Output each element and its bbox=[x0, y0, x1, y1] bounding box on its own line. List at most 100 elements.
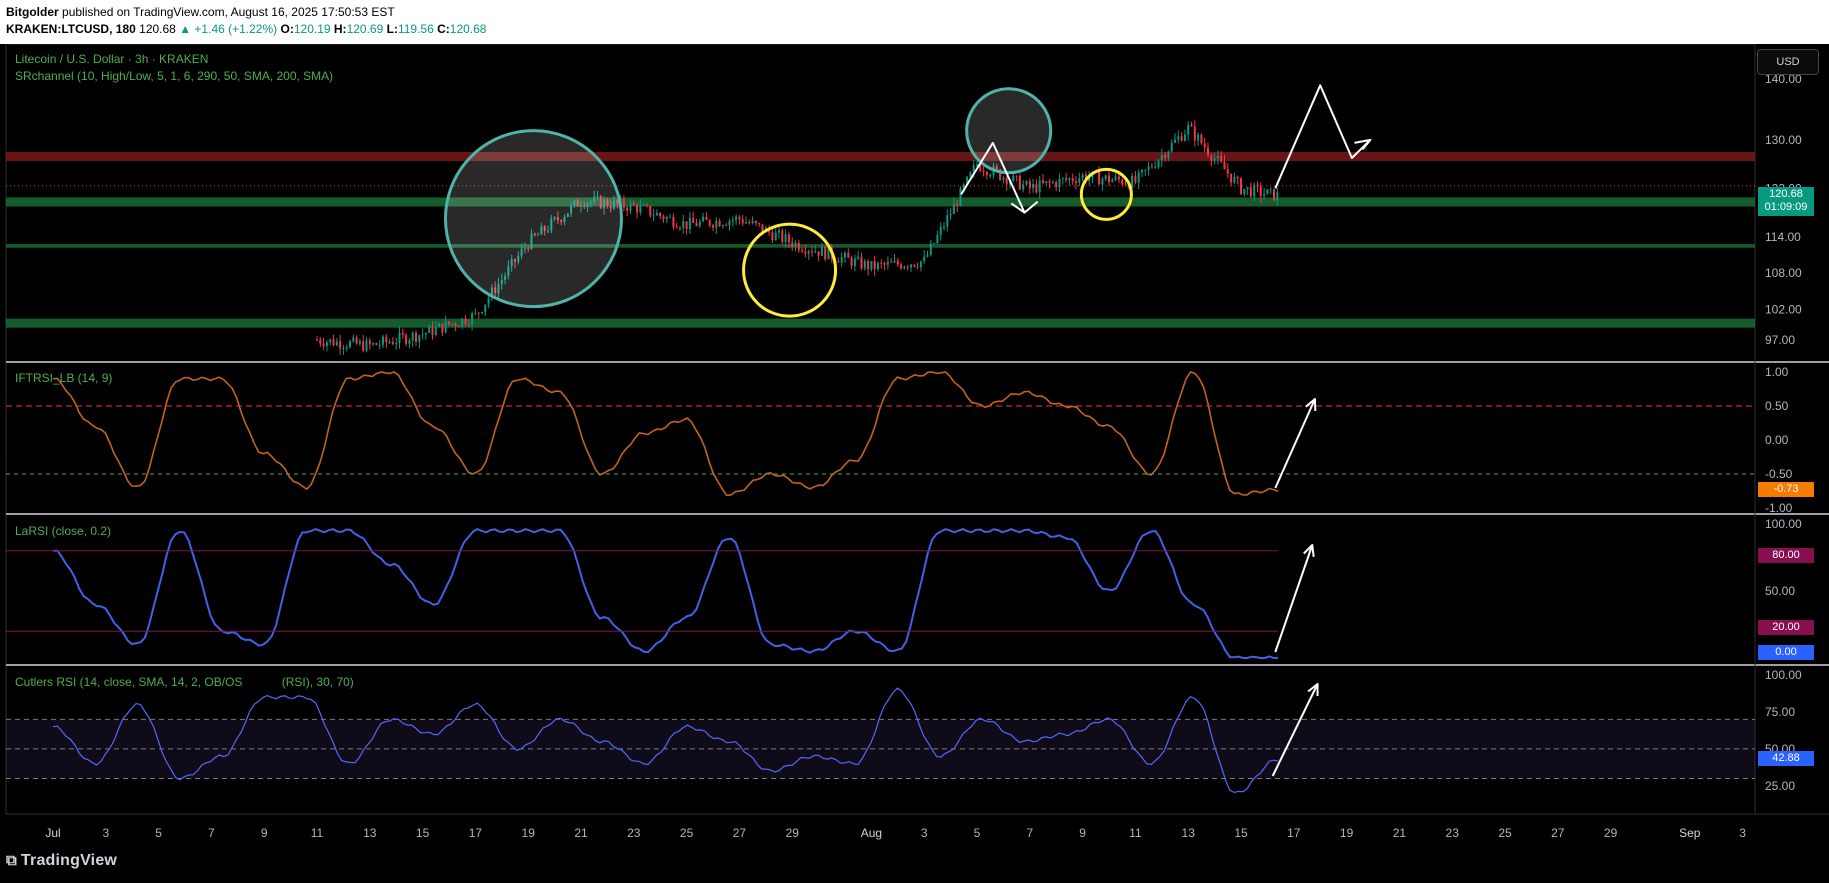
candle-body bbox=[675, 226, 678, 228]
candle-body bbox=[461, 318, 464, 327]
candle-body bbox=[1174, 139, 1176, 143]
candle-body bbox=[378, 344, 381, 346]
price-tick: 108.00 bbox=[1765, 266, 1802, 280]
sr-zone-support bbox=[6, 197, 1755, 207]
candle-body bbox=[1180, 136, 1183, 141]
candle-body bbox=[1055, 182, 1058, 188]
candle-body bbox=[847, 253, 850, 258]
candle-body bbox=[365, 340, 368, 351]
candle-body bbox=[863, 261, 866, 269]
candle-body bbox=[1081, 174, 1084, 179]
candle-body bbox=[820, 247, 823, 256]
candle-body bbox=[910, 264, 912, 268]
larsi-tick: 50.00 bbox=[1765, 584, 1795, 598]
candle-body bbox=[787, 234, 790, 243]
author-name[interactable]: Bitgolder bbox=[6, 5, 59, 19]
candle-body bbox=[1068, 178, 1071, 180]
time-tick: 3 bbox=[102, 826, 109, 840]
candle-body bbox=[718, 220, 721, 227]
time-tick: 13 bbox=[1182, 826, 1196, 840]
candle-body bbox=[923, 256, 926, 262]
candle-body bbox=[424, 333, 427, 335]
candle-body bbox=[441, 323, 444, 333]
candle-body bbox=[358, 341, 361, 344]
candle-body bbox=[339, 341, 342, 349]
candle-body bbox=[1223, 161, 1226, 170]
candle-body bbox=[1216, 156, 1219, 159]
footer: ⧉ TradingView bbox=[0, 842, 1829, 883]
candle-body bbox=[791, 242, 794, 248]
candle-body bbox=[1253, 184, 1256, 197]
candle-body bbox=[982, 170, 985, 172]
price-tick: 97.00 bbox=[1765, 333, 1795, 347]
candle-body bbox=[1246, 187, 1249, 189]
candle-body bbox=[893, 260, 896, 263]
candle-body bbox=[368, 340, 371, 345]
close-value: 120.68 bbox=[449, 22, 487, 36]
candle-body bbox=[1256, 184, 1259, 187]
larsi-pane-title[interactable]: LaRSI (close, 0.2) bbox=[15, 524, 111, 538]
candle-body bbox=[695, 222, 698, 227]
candle-body bbox=[319, 339, 322, 344]
time-tick: 5 bbox=[974, 826, 981, 840]
time-tick: 9 bbox=[1079, 826, 1086, 840]
candle-body bbox=[721, 225, 724, 227]
chart-area[interactable]: 140.00130.00122.00114.00108.00102.0097.0… bbox=[0, 44, 1829, 842]
candle-body bbox=[985, 171, 988, 176]
candle-body bbox=[1193, 126, 1196, 141]
candle-body bbox=[345, 347, 348, 349]
candle-body bbox=[817, 251, 820, 256]
candle-body bbox=[662, 216, 665, 220]
candle-body bbox=[457, 325, 460, 327]
candle-body bbox=[629, 202, 632, 211]
publish-info: published on TradingView.com, August 16,… bbox=[62, 5, 395, 19]
srchannel-indicator-label[interactable]: SRchannel (10, High/Low, 5, 1, 6, 290, 5… bbox=[15, 69, 333, 83]
candle-body bbox=[1190, 124, 1193, 127]
larsi-80-tag: 80.00 bbox=[1758, 548, 1814, 563]
candle-body bbox=[1035, 184, 1038, 193]
time-tick: 3 bbox=[921, 826, 928, 840]
candle-body bbox=[1236, 177, 1239, 179]
candle-body bbox=[484, 304, 487, 313]
currency-selector[interactable]: USD bbox=[1757, 49, 1819, 75]
time-tick: 7 bbox=[1026, 826, 1033, 840]
candle-body bbox=[682, 221, 685, 228]
candle-body bbox=[1002, 177, 1005, 180]
candle-body bbox=[781, 230, 784, 242]
crsi-title-suffix: (RSI), 30, 70) bbox=[281, 675, 354, 689]
time-tick: 29 bbox=[786, 826, 800, 840]
time-tick: 21 bbox=[574, 826, 588, 840]
candle-body bbox=[431, 326, 434, 335]
candle-body bbox=[1114, 176, 1117, 180]
candle-body bbox=[1177, 136, 1180, 140]
last-price-tag: 120.68 01:09:09 bbox=[1758, 187, 1814, 216]
candle-body bbox=[322, 343, 325, 347]
sr-zone-resistance bbox=[6, 151, 1755, 162]
tradingview-logo[interactable]: ⧉ TradingView bbox=[6, 852, 117, 870]
candle-body bbox=[382, 336, 384, 345]
time-tick: 25 bbox=[1498, 826, 1512, 840]
crsi-value-tag: 42.88 bbox=[1758, 751, 1814, 766]
candle-body bbox=[679, 227, 681, 229]
candle-body bbox=[814, 251, 817, 253]
candle-body bbox=[1273, 188, 1275, 201]
crsi-pane-title[interactable]: Cutlers RSI (14, close, SMA, 14, 2, OB/O… bbox=[15, 675, 354, 689]
candle-body bbox=[1075, 181, 1077, 184]
candle-body bbox=[434, 327, 437, 335]
candle-body bbox=[1032, 184, 1035, 189]
candle-body bbox=[438, 323, 441, 328]
candle-body bbox=[1240, 178, 1242, 195]
candle-body bbox=[1042, 180, 1044, 183]
candle-body bbox=[919, 261, 922, 268]
candle-body bbox=[857, 256, 860, 259]
last-price: 120.68 bbox=[139, 22, 176, 36]
candle-body bbox=[1160, 154, 1163, 161]
candle-body bbox=[448, 321, 450, 325]
candle-body bbox=[1226, 169, 1229, 174]
candle-body bbox=[1259, 186, 1262, 196]
candle-body bbox=[646, 205, 648, 207]
candle-body bbox=[976, 164, 978, 166]
crsi-tick: 25.00 bbox=[1765, 779, 1795, 793]
candle-body bbox=[1025, 181, 1028, 185]
iftrsi-pane-title[interactable]: IFTRSI_LB (14, 9) bbox=[15, 371, 112, 385]
